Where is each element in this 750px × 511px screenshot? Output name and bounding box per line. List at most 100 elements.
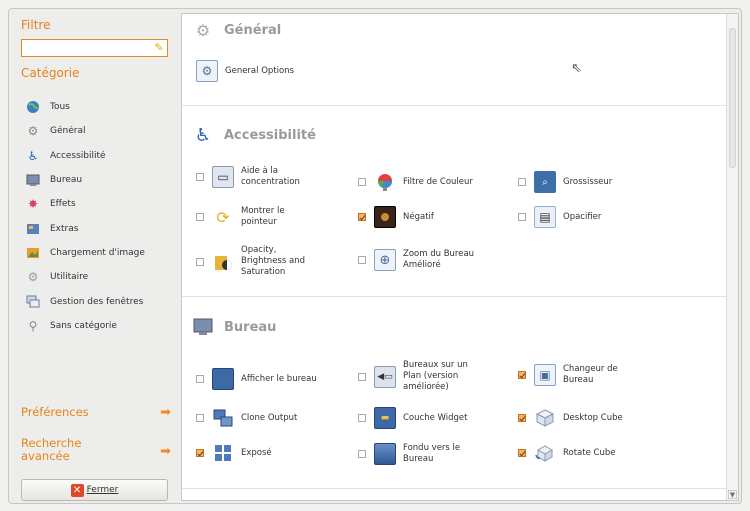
focus-help-icon: ▭	[212, 166, 234, 188]
category-item-gestion-fenetres[interactable]: Gestion des fenêtres	[25, 289, 173, 313]
plugin-checkbox[interactable]	[518, 449, 526, 457]
plugin-general-options[interactable]: ⚙ General Options	[196, 60, 294, 82]
plugin-desktop-cube[interactable]: Desktop Cube	[518, 407, 623, 429]
plugin-fondu-bureau[interactable]: Fondu vers le Bureau	[358, 443, 468, 465]
vertical-scrollbar[interactable]: ▼	[726, 14, 738, 500]
plugin-changeur-bureau[interactable]: ▣ Changeur de Bureau	[518, 364, 628, 386]
category-label: Effets	[50, 199, 76, 210]
utility-icon: ⚙	[27, 270, 39, 285]
category-label: Accessibilité	[50, 150, 106, 161]
accessibility-icon: ♿	[194, 124, 212, 146]
show-pointer-icon: ⟳	[216, 207, 230, 227]
plugins-panel: ⚙ Général ⚙ General Options ♿ Accessibil…	[181, 13, 739, 501]
zoom-desktop-icon: ⊕	[374, 249, 396, 271]
arrow-right-icon: ➡	[160, 405, 171, 420]
plugin-clone-output[interactable]: Clone Output	[196, 407, 297, 429]
plugin-checkbox[interactable]	[196, 213, 204, 221]
desktop-switcher-icon: ▣	[534, 364, 556, 386]
magnifier-icon: ⌕	[534, 171, 556, 193]
category-item-chargement-image[interactable]: Chargement d'image	[25, 241, 173, 265]
category-item-general[interactable]: ⚙ Général	[25, 119, 173, 143]
plugin-checkbox[interactable]	[196, 414, 204, 422]
arrow-right-icon: ➡	[160, 444, 171, 459]
plugin-montrer-pointeur[interactable]: ⟳ Montrer le pointeur	[196, 206, 301, 228]
plugin-checkbox[interactable]	[358, 414, 366, 422]
plugin-checkbox[interactable]	[518, 371, 526, 379]
plugin-checkbox[interactable]	[358, 450, 366, 458]
plugin-expose[interactable]: Exposé	[196, 442, 272, 464]
desktop-icon	[25, 172, 41, 188]
category-label: Tous	[50, 102, 70, 113]
mouse-pointer-icon: ⇖	[571, 61, 582, 76]
image-loading-icon	[25, 245, 41, 261]
advanced-search-link[interactable]: Recherche avancée ➡	[21, 437, 171, 463]
general-options-icon: ⚙	[196, 60, 218, 82]
close-icon: ✕	[70, 483, 84, 497]
plugin-opacity-brightness-saturation[interactable]: Opacity, Brightness and Saturation	[196, 245, 321, 278]
negative-icon	[374, 206, 396, 228]
plugin-checkbox[interactable]	[196, 173, 204, 181]
plugin-bureaux-plan[interactable]: ◀▭ Bureaux sur un Plan (version amélioré…	[358, 360, 473, 393]
plugin-aide-concentration[interactable]: ▭ Aide à la concentration	[196, 166, 311, 188]
clear-filter-icon[interactable]: ✎	[153, 42, 165, 54]
opacify-icon: ▤	[534, 206, 556, 228]
filter-input[interactable]	[21, 39, 168, 57]
plugin-checkbox[interactable]	[358, 256, 366, 264]
category-item-utilitaire[interactable]: ⚙ Utilitaire	[25, 265, 173, 289]
show-desktop-icon	[212, 368, 234, 390]
category-label: Général	[50, 126, 86, 137]
plugin-afficher-bureau[interactable]: Afficher le bureau	[196, 368, 317, 390]
filter-heading: Filtre	[21, 18, 51, 32]
category-item-extras[interactable]: Extras	[25, 216, 173, 240]
preferences-label: Préférences	[21, 405, 89, 419]
clone-output-icon	[212, 407, 234, 429]
plugin-rotate-cube[interactable]: Rotate Cube	[518, 442, 615, 464]
section-divider	[182, 296, 727, 297]
widget-layer-icon: ▬	[374, 407, 396, 429]
category-label: Extras	[50, 223, 79, 234]
category-item-bureau[interactable]: Bureau	[25, 168, 173, 192]
category-label: Utilitaire	[50, 272, 89, 283]
advanced-search-label: Recherche avancée	[21, 436, 82, 463]
color-filter-icon	[374, 171, 396, 193]
desktop-icon	[192, 317, 214, 337]
close-button[interactable]: ✕ Fermer	[21, 479, 168, 501]
plugin-checkbox[interactable]	[518, 414, 526, 422]
plugin-couche-widget[interactable]: ▬ Couche Widget	[358, 407, 467, 429]
category-heading: Catégorie	[21, 66, 80, 80]
plugin-checkbox[interactable]	[196, 449, 204, 457]
opacity-brightness-icon	[212, 251, 234, 273]
category-label: Bureau	[50, 175, 83, 186]
section-divider	[182, 488, 727, 489]
cube-icon	[534, 407, 556, 429]
plugin-checkbox[interactable]	[358, 372, 366, 381]
section-divider	[182, 105, 727, 106]
category-list: Tous ⚙ Général ♿ Accessibilité Bureau ✸ …	[25, 95, 173, 338]
scroll-down-icon[interactable]: ▼	[728, 490, 737, 499]
plugin-checkbox[interactable]	[196, 257, 204, 266]
category-item-effets[interactable]: ✸ Effets	[25, 192, 173, 216]
preferences-link[interactable]: Préférences ➡	[21, 405, 171, 420]
plugin-zoom-bureau-ameliore[interactable]: ⊕ Zoom du Bureau Amélioré	[358, 249, 488, 271]
gear-icon: ⚙	[27, 124, 39, 139]
plugin-checkbox[interactable]	[196, 375, 204, 383]
plugin-checkbox[interactable]	[358, 213, 366, 221]
plugin-checkbox[interactable]	[518, 178, 526, 186]
category-item-tous[interactable]: Tous	[25, 95, 173, 119]
scrollbar-thumb[interactable]	[729, 28, 736, 168]
settings-window: Filtre ✎ Catégorie Tous ⚙ Général ♿ Acce…	[8, 8, 742, 504]
plugin-negatif[interactable]: Négatif	[358, 206, 434, 228]
section-title-accessibilite: ♿ Accessibilité	[192, 124, 316, 146]
close-label: Fermer	[86, 485, 119, 495]
category-item-accessibilite[interactable]: ♿ Accessibilité	[25, 144, 173, 168]
category-item-sans-categorie[interactable]: ⚲ Sans catégorie	[25, 314, 173, 338]
window-management-icon	[25, 294, 41, 310]
effects-icon: ✸	[27, 197, 39, 212]
plugin-checkbox[interactable]	[358, 178, 366, 186]
plugin-grossisseur[interactable]: ⌕ Grossisseur	[518, 171, 612, 193]
plugin-filtre-couleur[interactable]: Filtre de Couleur	[358, 171, 473, 193]
plugin-checkbox[interactable]	[518, 213, 526, 221]
category-label: Gestion des fenêtres	[50, 296, 144, 307]
fade-to-desktop-icon	[374, 443, 396, 465]
plugin-opacifier[interactable]: ▤ Opacifier	[518, 206, 601, 228]
